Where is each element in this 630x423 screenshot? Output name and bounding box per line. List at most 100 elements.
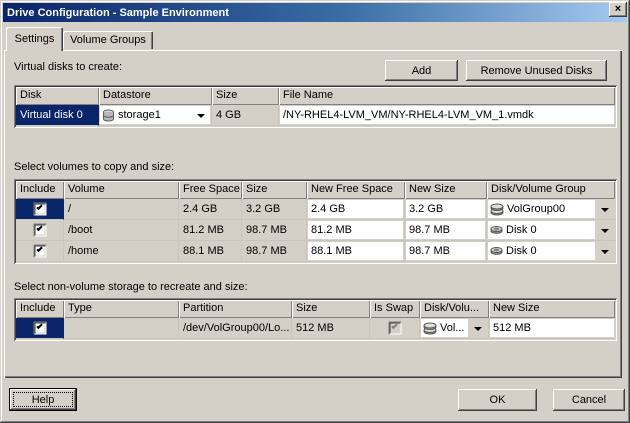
type-cell [64,318,179,339]
col-header-disk-volume-group[interactable]: Disk/Volume Group [487,181,615,199]
new-size-cell: 98.7 MB [405,220,487,241]
new-size-cell: 3.2 GB [405,199,487,220]
disk-volume-group-value: Disk 0 [506,242,537,260]
volume-group-icon [423,322,437,335]
disk-volume-group-dropdown[interactable]: Disk 0 [488,221,595,239]
focus-rectangle [13,392,73,407]
chevron-down-icon[interactable] [601,250,609,254]
disk-volu-dropdown[interactable]: Vol... [421,319,468,337]
virtual-disks-header: Disk Datastore Size File Name [16,87,615,105]
volume-row-root[interactable]: / 2.4 GB 3.2 GB 2.4 GB 3.2 GB VolGroup00 [16,199,615,220]
titlebar[interactable]: Drive Configuration - Sample Environment [3,3,627,22]
ok-button[interactable]: OK [458,389,537,411]
new-size-input[interactable]: 512 MB [490,319,614,337]
new-size-cell: 512 MB [489,318,615,339]
add-button[interactable]: Add [385,60,458,81]
chevron-down-icon[interactable] [474,327,482,331]
is-swap-cell [370,318,420,339]
col-header-size[interactable]: Size [292,300,370,318]
size-cell: 512 MB [292,318,370,339]
volume-group-icon [490,203,504,216]
include-cell [16,241,64,262]
non-volume-header: Include Type Partition Size Is Swap Disk… [16,300,615,318]
col-header-volume[interactable]: Volume [64,181,179,199]
file-name-cell: /NY-RHEL4-LVM_VM/NY-RHEL4-LVM_VM_1.vmdk [279,105,615,126]
check-icon [36,323,42,329]
new-free-space-input[interactable]: 2.4 GB [308,200,403,218]
include-checkbox[interactable] [33,322,46,335]
include-checkbox[interactable] [33,245,46,258]
disk-volume-group-cell: Disk 0 [487,220,615,241]
size-cell: 98.7 MB [242,241,307,262]
disk-volume-group-cell: VolGroup00 [487,199,615,220]
window-title: Drive Configuration - Sample Environment [3,7,229,19]
new-free-space-cell: 88.1 MB [307,241,405,262]
help-button[interactable]: Help [9,388,77,411]
col-header-include[interactable]: Include [16,300,64,318]
new-size-input[interactable]: 3.2 GB [406,200,485,218]
col-header-datastore[interactable]: Datastore [99,87,212,105]
volume-row-home[interactable]: /home 88.1 MB 98.7 MB 88.1 MB 98.7 MB Di… [16,241,615,262]
free-space-cell: 88.1 MB [179,241,242,262]
check-icon [391,323,397,329]
new-size-cell: 98.7 MB [405,241,487,262]
check-icon [36,204,42,210]
file-name-input[interactable]: /NY-RHEL4-LVM_VM/NY-RHEL4-LVM_VM_1.vmdk [280,106,614,124]
volumes-table: Include Volume Free Space Size New Free … [14,179,617,264]
size-cell: 3.2 GB [242,199,307,220]
tab-volume-groups-label: Volume Groups [70,34,146,46]
disk-name-cell: Virtual disk 0 [16,105,99,126]
disk-icon [490,246,503,256]
col-header-file-name[interactable]: File Name [279,87,615,105]
col-header-size[interactable]: Size [242,181,307,199]
disk-volume-group-value: VolGroup00 [507,200,565,218]
include-checkbox[interactable] [33,203,46,216]
include-cell [16,318,64,339]
partition-cell: /dev/VolGroup00/Lo... [179,318,292,339]
include-checkbox[interactable] [33,224,46,237]
volume-row-boot[interactable]: /boot 81.2 MB 98.7 MB 81.2 MB 98.7 MB Di… [16,220,615,241]
chevron-down-icon[interactable] [601,229,609,233]
close-button[interactable]: × [609,2,627,17]
col-header-partition[interactable]: Partition [179,300,292,318]
col-header-free-space[interactable]: Free Space [179,181,242,199]
col-header-disk-volu[interactable]: Disk/Volu... [420,300,489,318]
new-size-input[interactable]: 98.7 MB [406,221,485,239]
include-cell [16,199,64,220]
free-space-cell: 81.2 MB [179,220,242,241]
disk-volume-group-dropdown[interactable]: Disk 0 [488,242,595,260]
volume-cell: /boot [64,220,179,241]
volumes-label: Select volumes to copy and size: [14,161,174,173]
new-free-space-input[interactable]: 88.1 MB [308,242,403,260]
col-header-new-size[interactable]: New Size [405,181,487,199]
tab-volume-groups[interactable]: Volume Groups [63,31,153,49]
col-header-include[interactable]: Include [16,181,64,199]
col-header-disk[interactable]: Disk [16,87,99,105]
tab-settings[interactable]: Settings [6,27,63,51]
volume-cell: /home [64,241,179,262]
col-header-new-free-space[interactable]: New Free Space [307,181,405,199]
new-size-input[interactable]: 98.7 MB [406,242,485,260]
free-space-cell: 2.4 GB [179,199,242,220]
col-header-type[interactable]: Type [64,300,179,318]
volume-cell: / [64,199,179,220]
new-free-space-input[interactable]: 81.2 MB [308,221,403,239]
check-icon [36,225,42,231]
col-header-is-swap[interactable]: Is Swap [370,300,420,318]
col-header-new-size[interactable]: New Size [489,300,615,318]
chevron-down-icon[interactable] [601,208,609,212]
disk-volu-value: Vol... [440,319,464,337]
cancel-button[interactable]: Cancel [553,389,625,411]
non-volume-row[interactable]: /dev/VolGroup00/Lo... 512 MB Vol... [16,318,615,339]
remove-unused-disks-button[interactable]: Remove Unused Disks [466,60,607,81]
virtual-disk-row[interactable]: Virtual disk 0 storage1 4 GB /NY-RHEL4-L… [16,105,615,126]
disk-icon [490,225,503,235]
col-header-size[interactable]: Size [212,87,279,105]
datastore-icon [102,109,115,122]
disk-volume-group-cell: Disk 0 [487,241,615,262]
disk-volume-group-dropdown[interactable]: VolGroup00 [488,200,595,218]
datastore-dropdown[interactable]: storage1 [100,106,210,124]
datastore-cell: storage1 [99,105,212,126]
chevron-down-icon[interactable] [197,114,205,118]
non-volume-storage-label: Select non-volume storage to recreate an… [14,281,248,293]
